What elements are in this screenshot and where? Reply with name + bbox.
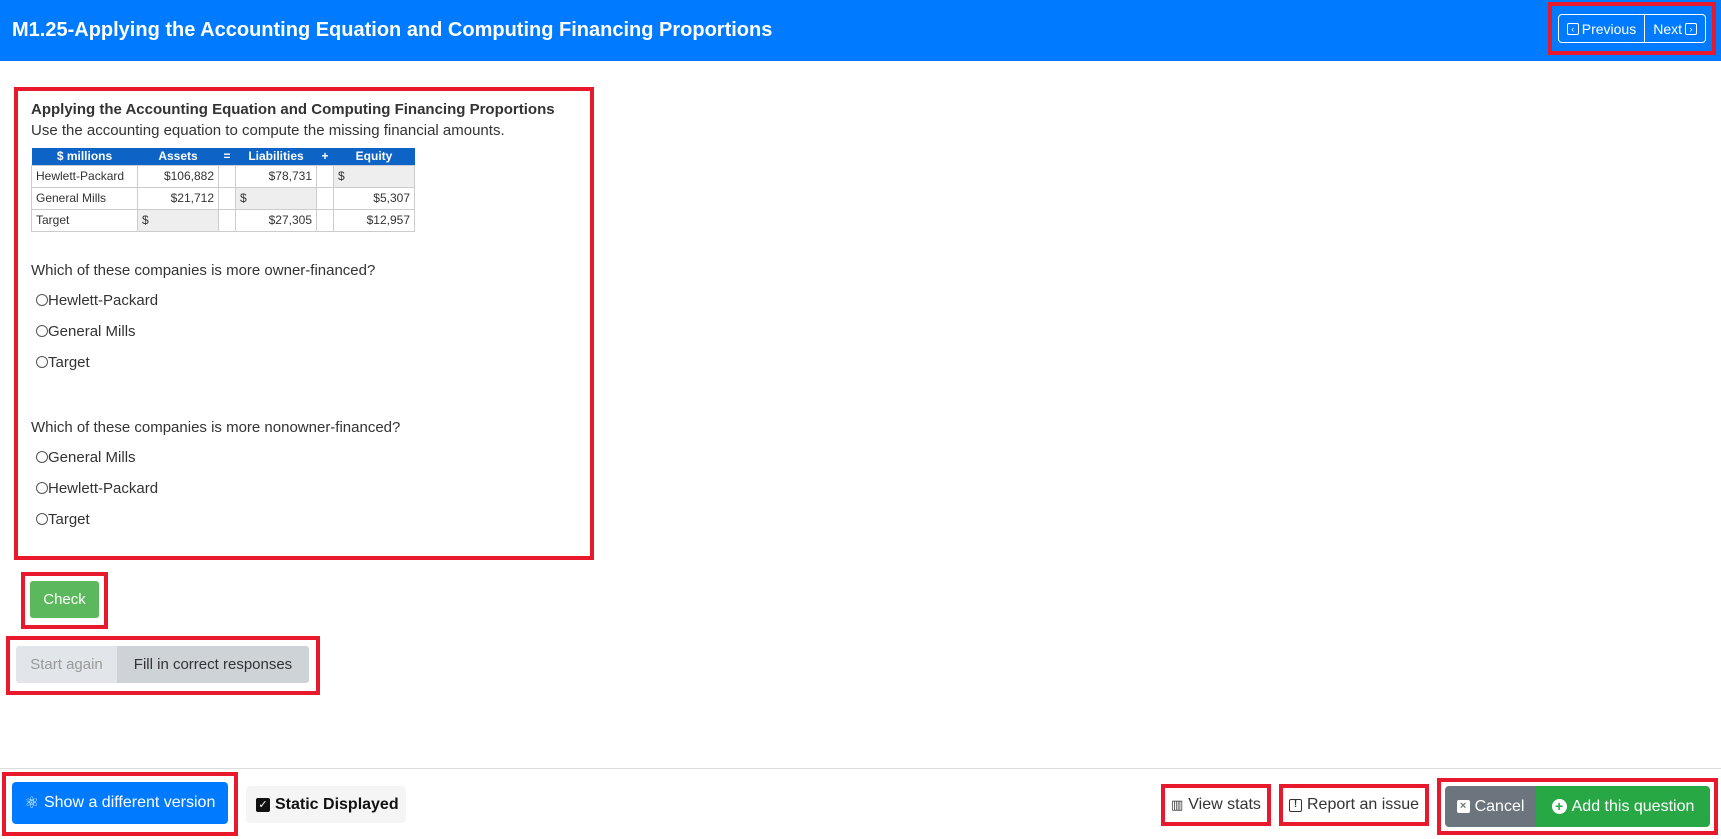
radio-option[interactable]: General Mills bbox=[31, 322, 577, 341]
chevron-left-icon: ‹ bbox=[1566, 22, 1579, 35]
radio-option[interactable]: Target bbox=[31, 353, 577, 372]
col-header-assets: Assets bbox=[137, 148, 219, 165]
nonowner-financed-question: Which of these companies is more nonowne… bbox=[31, 418, 401, 436]
next-button[interactable]: Next › bbox=[1645, 14, 1706, 43]
exclamation-icon: ! bbox=[1289, 798, 1302, 812]
table-row: Target $ $27,305 $12,957 bbox=[31, 208, 415, 232]
financial-table: $ millions Assets = Liabilities + Equity… bbox=[31, 148, 415, 232]
plus-circle-icon: + bbox=[1551, 799, 1567, 814]
page-title: M1.25-Applying the Accounting Equation a… bbox=[12, 19, 773, 41]
company-name: General Mills bbox=[31, 186, 138, 210]
static-displayed-toggle[interactable]: ✓ Static Displayed bbox=[246, 786, 406, 823]
op-cell bbox=[218, 186, 236, 210]
radio-label: Hewlett-Packard bbox=[48, 291, 159, 309]
check-button[interactable]: Check bbox=[30, 581, 99, 618]
shuffle-icon: ⚛ bbox=[24, 795, 39, 812]
radio-label: Target bbox=[48, 510, 90, 528]
radio-button[interactable] bbox=[36, 294, 48, 306]
question-instruction: Use the accounting equation to compute t… bbox=[31, 122, 505, 139]
equity-value: $5,307 bbox=[333, 186, 415, 210]
col-header-liabilities: Liabilities bbox=[235, 148, 317, 165]
cancel-label: Cancel bbox=[1474, 797, 1525, 815]
op-cell bbox=[316, 186, 334, 210]
radio-option[interactable]: Hewlett-Packard bbox=[31, 291, 577, 310]
cancel-button[interactable]: × Cancel bbox=[1445, 786, 1536, 827]
radio-button[interactable] bbox=[36, 513, 48, 525]
company-name: Hewlett-Packard bbox=[31, 164, 138, 188]
table-row: Hewlett-Packard $106,882 $78,731 $ bbox=[31, 164, 415, 188]
assets-value: $106,882 bbox=[137, 164, 219, 188]
col-header-equals: = bbox=[218, 148, 236, 165]
company-name: Target bbox=[31, 208, 138, 232]
op-cell bbox=[316, 208, 334, 232]
question-nav: ‹ Previous Next › bbox=[1547, 2, 1717, 55]
add-question-button[interactable]: + Add this question bbox=[1536, 786, 1710, 827]
op-cell bbox=[218, 164, 236, 188]
start-again-button[interactable]: Start again bbox=[16, 646, 117, 683]
question-title: Applying the Accounting Equation and Com… bbox=[31, 101, 555, 118]
previous-button[interactable]: ‹ Previous bbox=[1557, 14, 1646, 43]
report-issue-label: Report an issue bbox=[1307, 796, 1420, 813]
radio-option[interactable]: Hewlett-Packard bbox=[31, 479, 577, 498]
fill-correct-button[interactable]: Fill in correct responses bbox=[117, 646, 309, 683]
show-different-version-button[interactable]: ⚛ Show a different version bbox=[12, 782, 228, 824]
radio-label: General Mills bbox=[48, 322, 136, 340]
liabilities-value: $78,731 bbox=[235, 164, 317, 188]
radio-label: Hewlett-Packard bbox=[48, 479, 159, 497]
radio-option[interactable]: General Mills bbox=[31, 448, 577, 467]
radio-button[interactable] bbox=[36, 356, 48, 368]
question-decision-group: × Cancel + Add this question bbox=[1437, 778, 1718, 835]
op-cell bbox=[316, 164, 334, 188]
next-label: Next bbox=[1653, 20, 1682, 37]
previous-label: Previous bbox=[1581, 20, 1637, 37]
chevron-right-icon: › bbox=[1685, 22, 1697, 35]
col-header-plus: + bbox=[316, 148, 334, 165]
bar-chart-icon: ▥ bbox=[1171, 797, 1184, 812]
reset-actions: Start again Fill in correct responses bbox=[6, 636, 320, 695]
check-area: Check bbox=[21, 572, 108, 629]
assets-input[interactable]: $ bbox=[137, 208, 219, 232]
equity-input[interactable]: $ bbox=[333, 164, 415, 188]
checkbox-checked-icon: ✓ bbox=[256, 797, 270, 812]
add-question-label: Add this question bbox=[1571, 797, 1695, 815]
footer-divider bbox=[0, 768, 1721, 769]
radio-label: General Mills bbox=[48, 448, 136, 466]
liabilities-input[interactable]: $ bbox=[235, 186, 317, 210]
col-header-millions: $ millions bbox=[31, 148, 138, 165]
close-icon: × bbox=[1456, 800, 1470, 813]
header-bar: M1.25-Applying the Accounting Equation a… bbox=[0, 0, 1721, 61]
owner-financed-question: Which of these companies is more owner-f… bbox=[31, 261, 376, 279]
radio-button[interactable] bbox=[36, 482, 48, 494]
view-stats-label: View stats bbox=[1188, 796, 1261, 813]
op-cell bbox=[218, 208, 236, 232]
liabilities-value: $27,305 bbox=[235, 208, 317, 232]
equity-value: $12,957 bbox=[333, 208, 415, 232]
radio-button[interactable] bbox=[36, 451, 48, 463]
table-header-row: $ millions Assets = Liabilities + Equity bbox=[31, 148, 415, 165]
radio-label: Target bbox=[48, 353, 90, 371]
view-stats-button[interactable]: ▥ View stats bbox=[1161, 784, 1271, 826]
different-version-area: ⚛ Show a different version bbox=[2, 772, 238, 836]
radio-option[interactable]: Target bbox=[31, 510, 577, 529]
radio-button[interactable] bbox=[36, 325, 48, 337]
report-issue-button[interactable]: ! Report an issue bbox=[1278, 784, 1430, 826]
assets-value: $21,712 bbox=[137, 186, 219, 210]
show-different-label: Show a different version bbox=[43, 794, 216, 811]
static-displayed-label: Static Displayed bbox=[275, 795, 399, 813]
col-header-equity: Equity bbox=[333, 148, 415, 165]
table-row: General Mills $21,712 $ $5,307 bbox=[31, 186, 415, 210]
question-panel: Applying the Accounting Equation and Com… bbox=[14, 87, 594, 560]
